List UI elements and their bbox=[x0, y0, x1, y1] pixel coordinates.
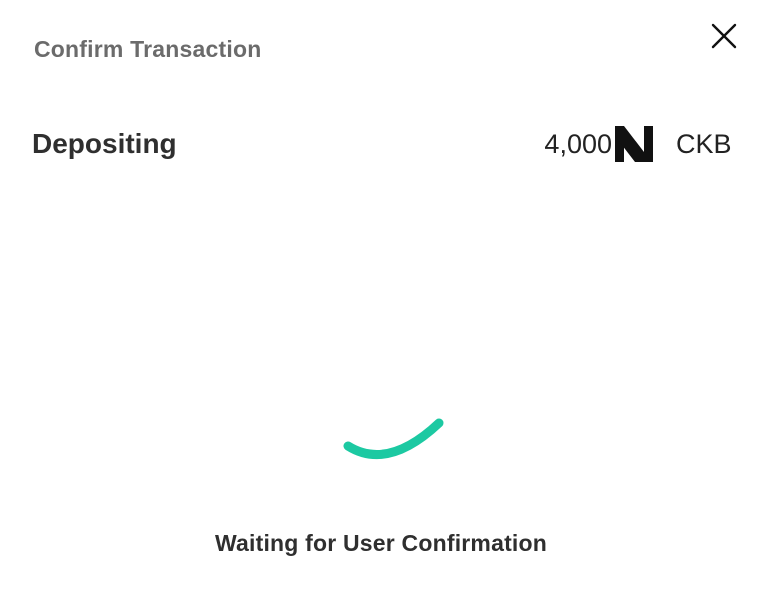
close-icon bbox=[711, 23, 737, 49]
dialog-title: Confirm Transaction bbox=[34, 36, 262, 62]
confirm-transaction-dialog: Confirm Transaction Depositing 4,000 CKB… bbox=[0, 0, 762, 590]
deposit-row: Depositing 4,000 CKB bbox=[32, 120, 732, 168]
status-message: Waiting for User Confirmation bbox=[214, 530, 548, 556]
token-symbol: CKB bbox=[676, 129, 732, 159]
nervos-logo-icon bbox=[615, 126, 653, 162]
loading-spinner-icon bbox=[343, 418, 444, 460]
deposit-amount: 4,000 bbox=[544, 129, 612, 159]
close-button[interactable] bbox=[706, 18, 742, 54]
depositing-label: Depositing bbox=[32, 128, 177, 159]
